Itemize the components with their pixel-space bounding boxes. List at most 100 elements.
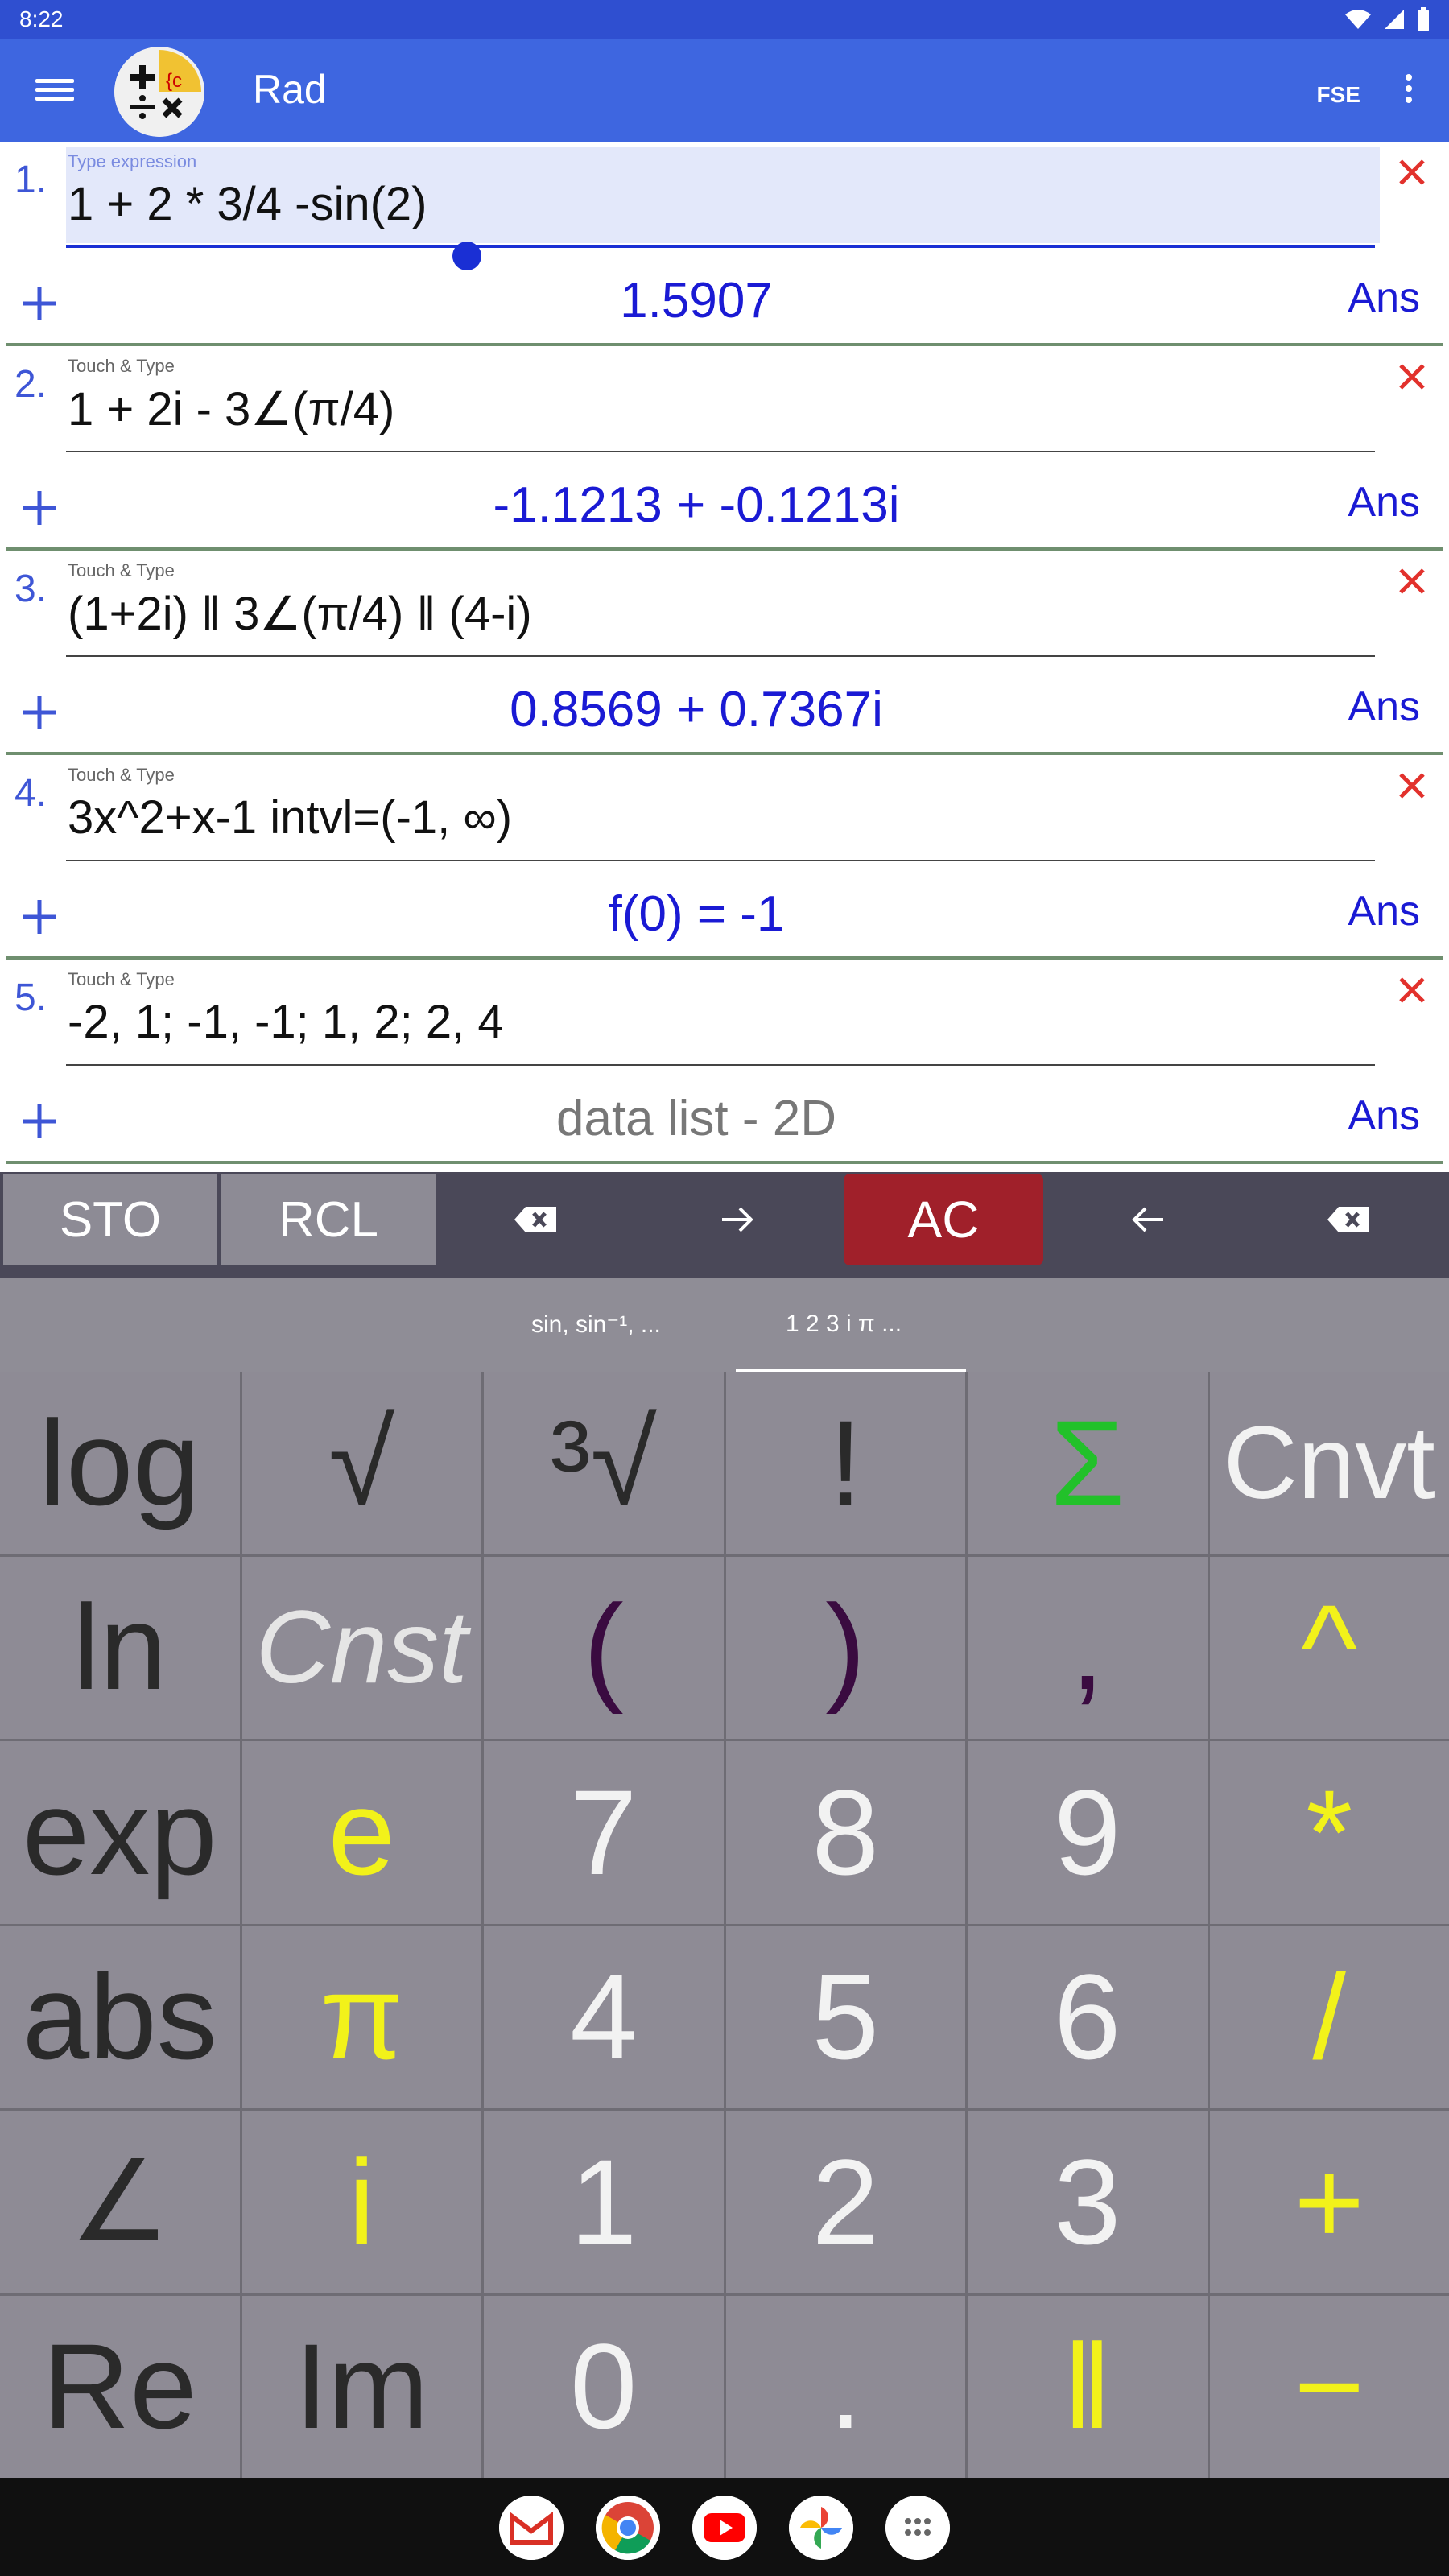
- input-underline: [66, 655, 1375, 657]
- key-i[interactable]: i: [242, 2111, 481, 2293]
- expression-hint: Type expression: [68, 151, 197, 171]
- expression-input[interactable]: Touch & Type 1 + 2i - 3∠(π/4): [66, 351, 1380, 452]
- expression-input[interactable]: Touch & Type (1+2i) ǁ 3∠(π/4) ǁ (4-i): [66, 555, 1380, 657]
- close-icon[interactable]: [1393, 357, 1431, 396]
- key-convert[interactable]: Cnvt: [1209, 1372, 1449, 1554]
- result-value: -1.1213 + -0.1213i: [493, 477, 900, 533]
- dock-bar: [0, 2478, 1449, 2576]
- key-sigma[interactable]: Σ: [968, 1372, 1208, 1554]
- expression-hint: Touch & Type: [68, 356, 175, 376]
- sto-button[interactable]: STO: [3, 1174, 217, 1265]
- rcl-button[interactable]: RCL: [221, 1174, 436, 1265]
- input-underline: [66, 245, 1375, 248]
- key-ln[interactable]: ln: [0, 1556, 240, 1739]
- result-value: data list - 2D: [555, 1091, 837, 1146]
- ans-button[interactable]: Ans: [1348, 683, 1420, 731]
- chrome-icon[interactable]: [596, 2496, 660, 2560]
- key-7[interactable]: 7: [484, 1741, 724, 1924]
- cursor-left-button[interactable]: [1059, 1174, 1236, 1265]
- key-angle[interactable]: ∠: [0, 2111, 240, 2293]
- close-icon[interactable]: [1393, 971, 1431, 1009]
- svg-text:{c: {c: [166, 70, 182, 92]
- expression-hint: Touch & Type: [68, 969, 175, 989]
- key-parallel[interactable]: ǁ: [968, 2295, 1208, 2478]
- arrow-left-icon: [1132, 1207, 1163, 1232]
- backspace-icon: [1327, 1207, 1369, 1232]
- backspace-button[interactable]: [1261, 1174, 1438, 1265]
- key-9[interactable]: 9: [968, 1741, 1208, 1924]
- backspace-outline-icon: [514, 1207, 556, 1232]
- key-plus[interactable]: +: [1209, 2111, 1449, 2293]
- key-2[interactable]: 2: [725, 2111, 965, 2293]
- key-exp[interactable]: exp: [0, 1741, 240, 1924]
- key-log[interactable]: log: [0, 1372, 240, 1554]
- cursor-handle[interactable]: [452, 242, 481, 270]
- key-constants[interactable]: Cnst: [242, 1556, 481, 1739]
- close-icon[interactable]: [1393, 766, 1431, 805]
- key-factorial[interactable]: !: [725, 1372, 965, 1554]
- ans-button[interactable]: Ans: [1348, 478, 1420, 526]
- fse-button[interactable]: FSE: [1317, 82, 1360, 108]
- app-bar: {c Rad FSE: [0, 39, 1449, 142]
- expression-input[interactable]: Type expression 1 + 2 * 3/4 -sin(2): [66, 147, 1380, 270]
- key-im[interactable]: Im: [242, 2295, 481, 2478]
- expression-text[interactable]: 1 + 2 * 3/4 -sin(2): [68, 177, 427, 231]
- gmail-icon[interactable]: [499, 2496, 564, 2560]
- key-8[interactable]: 8: [725, 1741, 965, 1924]
- key-pi[interactable]: π: [242, 1926, 481, 2108]
- key-dot[interactable]: .: [725, 2295, 965, 2478]
- row-divider: [6, 1161, 1443, 1164]
- clear-entry-button[interactable]: [448, 1174, 625, 1265]
- keypad: log √ ³√ ! Σ Cnvt ln Cnst ( ) , ^ exp e …: [0, 1372, 1449, 2478]
- angle-mode-title[interactable]: Rad: [253, 66, 327, 113]
- key-1[interactable]: 1: [484, 2111, 724, 2293]
- key-6[interactable]: 6: [968, 1926, 1208, 2108]
- more-options-icon[interactable]: [1404, 74, 1414, 106]
- expression-row: 1. Type expression 1 + 2 * 3/4 -sin(2) 1…: [0, 142, 1449, 346]
- ans-button[interactable]: Ans: [1348, 887, 1420, 935]
- key-5[interactable]: 5: [725, 1926, 965, 2108]
- close-icon[interactable]: [1393, 562, 1431, 601]
- expression-text[interactable]: 1 + 2i - 3∠(π/4): [68, 382, 394, 436]
- row-number: 3.: [14, 568, 47, 610]
- key-divide[interactable]: /: [1209, 1926, 1449, 2108]
- input-underline: [66, 451, 1375, 452]
- ans-button[interactable]: Ans: [1348, 274, 1420, 322]
- expression-input[interactable]: Touch & Type -2, 1; -1, -1; 1, 2; 2, 4: [66, 964, 1380, 1066]
- result-value: 1.5907: [620, 273, 773, 328]
- tab-numbers[interactable]: 1 2 3 i π ...: [786, 1311, 902, 1338]
- key-3[interactable]: 3: [968, 2111, 1208, 2293]
- key-power[interactable]: ^: [1209, 1556, 1449, 1739]
- app-drawer-icon[interactable]: [886, 2496, 950, 2560]
- result-value: 0.8569 + 0.7367i: [510, 682, 883, 737]
- key-0[interactable]: 0: [484, 2295, 724, 2478]
- cursor-right-button[interactable]: [649, 1174, 826, 1265]
- key-re[interactable]: Re: [0, 2295, 240, 2478]
- expression-text[interactable]: 3x^2+x-1 intvl=(-1, ∞): [68, 791, 512, 844]
- app-logo-icon: {c: [114, 47, 204, 137]
- key-minus[interactable]: −: [1209, 2295, 1449, 2478]
- tab-trig[interactable]: sin, sin⁻¹, ...: [531, 1311, 661, 1339]
- key-abs[interactable]: abs: [0, 1926, 240, 2108]
- key-sqrt[interactable]: √: [242, 1372, 481, 1554]
- photos-icon[interactable]: [789, 2496, 853, 2560]
- key-4[interactable]: 4: [484, 1926, 724, 2108]
- expression-text[interactable]: (1+2i) ǁ 3∠(π/4) ǁ (4-i): [68, 586, 532, 641]
- ac-button[interactable]: AC: [844, 1174, 1043, 1265]
- row-number: 2.: [14, 363, 47, 406]
- expression-text[interactable]: -2, 1; -1, -1; 1, 2; 2, 4: [68, 995, 504, 1049]
- ans-button[interactable]: Ans: [1348, 1092, 1420, 1140]
- key-multiply[interactable]: *: [1209, 1741, 1449, 1924]
- key-cube-root[interactable]: ³√: [484, 1372, 724, 1554]
- input-underline: [66, 860, 1375, 861]
- key-right-paren[interactable]: ): [725, 1556, 965, 1739]
- youtube-icon[interactable]: [692, 2496, 757, 2560]
- status-time: 8:22: [19, 6, 64, 31]
- result-value: f(0) = -1: [608, 886, 785, 942]
- key-e[interactable]: e: [242, 1741, 481, 1924]
- close-icon[interactable]: [1393, 153, 1431, 192]
- key-left-paren[interactable]: (: [484, 1556, 724, 1739]
- key-comma[interactable]: ,: [968, 1556, 1208, 1739]
- expression-input[interactable]: Touch & Type 3x^2+x-1 intvl=(-1, ∞): [66, 760, 1380, 861]
- hamburger-menu-icon[interactable]: [35, 74, 74, 106]
